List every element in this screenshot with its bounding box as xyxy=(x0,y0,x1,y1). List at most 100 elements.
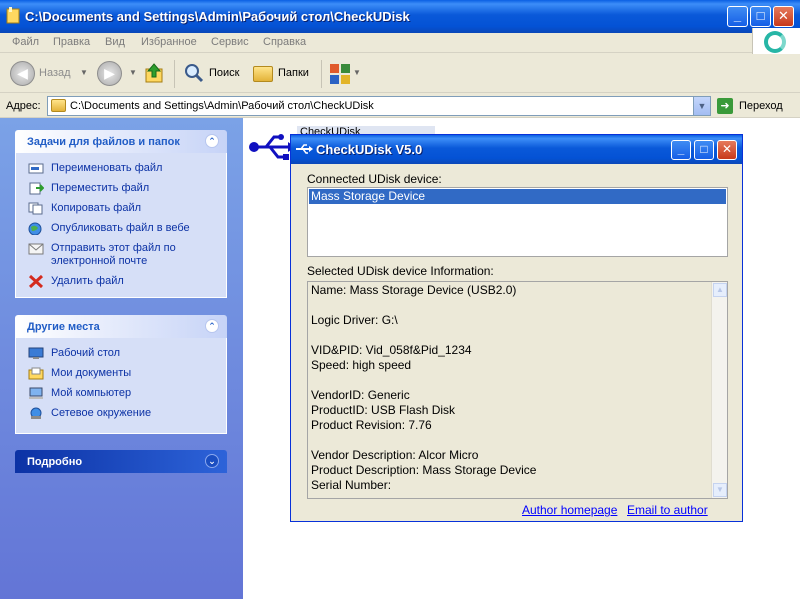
window-title: C:\Documents and Settings\Admin\Рабочий … xyxy=(25,9,410,24)
menu-edit[interactable]: Правка xyxy=(53,36,90,48)
move-icon xyxy=(29,182,44,195)
expand-chevron-icon[interactable]: ⌄ xyxy=(205,454,219,468)
desktop-icon xyxy=(28,347,44,359)
back-arrow-icon[interactable]: ◀ xyxy=(10,61,35,86)
search-icon[interactable] xyxy=(183,62,205,84)
dialog-title-bar[interactable]: CheckUDisk V5.0 _ □ ✕ xyxy=(291,135,742,164)
task-email[interactable]: Отправить этот файл по электронной почте xyxy=(16,242,226,268)
menu-favorites[interactable]: Избранное xyxy=(141,36,197,48)
go-arrow-icon[interactable]: ➜ xyxy=(717,98,733,114)
info-line: Logic Driver: G:\ xyxy=(311,313,398,327)
place-desktop[interactable]: Рабочий стол xyxy=(16,347,226,360)
menu-file[interactable]: Файл xyxy=(12,36,39,48)
place-network[interactable]: Сетевое окружение xyxy=(16,407,226,420)
go-button-label[interactable]: Переход xyxy=(739,100,783,112)
computer-icon xyxy=(29,387,43,399)
collapse-chevron-icon[interactable]: ⌃ xyxy=(205,134,219,148)
other-places-header[interactable]: Другие места ⌃ xyxy=(15,315,227,338)
usb-symbol-icon[interactable] xyxy=(248,133,296,161)
device-info-lines: Name: Mass Storage Device (USB2.0) Logic… xyxy=(311,283,709,493)
forward-arrow-icon[interactable]: ▶ xyxy=(97,61,122,86)
author-homepage-link[interactable]: Author homepage xyxy=(522,503,617,517)
close-button[interactable]: ✕ xyxy=(773,6,794,27)
details-title: Подробно xyxy=(27,456,83,468)
file-tasks-title: Задачи для файлов и папок xyxy=(27,136,180,148)
address-input[interactable]: C:\Documents and Settings\Admin\Рабочий … xyxy=(47,96,711,116)
address-dropdown-icon[interactable]: ▼ xyxy=(693,97,710,115)
info-scrollbar[interactable]: ▲ ▼ xyxy=(711,282,727,498)
menu-tools[interactable]: Сервис xyxy=(211,36,249,48)
rename-icon xyxy=(28,163,44,174)
maximize-button[interactable]: □ xyxy=(750,6,771,27)
info-line: Vendor Description: Alcor Micro xyxy=(311,448,479,462)
folders-button-label[interactable]: Папки xyxy=(278,67,309,79)
task-delete[interactable]: Удалить файл xyxy=(16,275,226,288)
task-move[interactable]: Переместить файл xyxy=(16,182,226,195)
address-bar: Адрес: C:\Documents and Settings\Admin\Р… xyxy=(0,94,800,118)
folder-icon xyxy=(6,7,20,24)
windows-flag-icon xyxy=(764,31,786,53)
details-panel: Подробно ⌄ xyxy=(15,450,227,473)
forward-dropdown-icon[interactable]: ▼ xyxy=(129,68,137,77)
other-places-title: Другие места xyxy=(27,321,100,333)
other-places-panel: Другие места ⌃ Рабочий стол Мои документ… xyxy=(15,315,227,434)
explorer-title-bar[interactable]: C:\Documents and Settings\Admin\Рабочий … xyxy=(0,0,800,33)
toolbar-separator xyxy=(174,60,175,88)
windows-logo xyxy=(752,28,800,56)
device-list-item[interactable]: Mass Storage Device xyxy=(309,189,726,204)
file-tasks-panel: Задачи для файлов и папок ⌃ Переименоват… xyxy=(15,130,227,298)
info-line: Product Description: Mass Storage Device xyxy=(311,463,537,477)
task-rename[interactable]: Переименовать файл xyxy=(16,162,226,175)
up-folder-icon[interactable] xyxy=(144,62,166,84)
scroll-down-arrow-icon[interactable]: ▼ xyxy=(713,483,727,497)
connected-devices-label: Connected UDisk device: xyxy=(307,172,442,186)
documents-folder-icon xyxy=(28,367,44,380)
back-button-label[interactable]: Назад xyxy=(39,67,71,79)
delete-x-icon xyxy=(28,275,44,288)
device-listbox[interactable]: Mass Storage Device xyxy=(307,187,728,257)
globe-icon xyxy=(28,222,42,235)
menu-view[interactable]: Вид xyxy=(105,36,125,48)
device-info-textbox[interactable]: Name: Mass Storage Device (USB2.0) Logic… xyxy=(307,281,728,499)
views-dropdown-icon[interactable]: ▼ xyxy=(353,68,361,77)
views-icon[interactable] xyxy=(329,63,351,85)
info-line: VID&PID: Vid_058f&Pid_1234 xyxy=(311,343,472,357)
folder-icon xyxy=(51,99,66,112)
info-line xyxy=(311,433,709,448)
folders-icon[interactable] xyxy=(253,66,273,82)
menu-bar: Файл Правка Вид Избранное Сервис Справка xyxy=(0,33,800,53)
info-line: ProductID: USB Flash Disk xyxy=(311,403,456,417)
details-header[interactable]: Подробно ⌄ xyxy=(15,450,227,473)
file-tasks-body: Переименовать файл Переместить файл Копи… xyxy=(15,153,227,298)
dialog-minimize-button[interactable]: _ xyxy=(671,140,691,160)
dialog-title: CheckUDisk V5.0 xyxy=(316,142,423,157)
file-tasks-header[interactable]: Задачи для файлов и папок ⌃ xyxy=(15,130,227,153)
place-my-documents[interactable]: Мои документы xyxy=(16,367,226,380)
device-info-label: Selected UDisk device Information: xyxy=(307,264,494,278)
usb-icon xyxy=(296,144,313,154)
search-button-label[interactable]: Поиск xyxy=(209,67,239,79)
scroll-up-arrow-icon[interactable]: ▲ xyxy=(713,283,727,297)
menu-help[interactable]: Справка xyxy=(263,36,306,48)
info-line: Speed: high speed xyxy=(311,358,412,372)
address-value: C:\Documents and Settings\Admin\Рабочий … xyxy=(70,100,374,112)
envelope-icon xyxy=(28,243,44,255)
network-icon xyxy=(30,407,42,419)
dialog-maximize-button[interactable]: □ xyxy=(694,140,714,160)
back-dropdown-icon[interactable]: ▼ xyxy=(80,68,88,77)
info-line: Product Revision: 7.76 xyxy=(311,418,432,432)
info-line: Serial Number: xyxy=(311,478,392,492)
place-my-computer[interactable]: Мой компьютер xyxy=(16,387,226,400)
task-copy[interactable]: Копировать файл xyxy=(16,202,226,215)
info-line xyxy=(311,373,709,388)
standard-toolbar: ◀ Назад ▼ ▶ ▼ Поиск Папки ▼ xyxy=(0,54,800,93)
info-line xyxy=(311,328,709,343)
collapse-chevron-icon[interactable]: ⌃ xyxy=(205,319,219,333)
email-author-link[interactable]: Email to author xyxy=(627,503,708,517)
minimize-button[interactable]: _ xyxy=(727,6,748,27)
info-line: Name: Mass Storage Device (USB2.0) xyxy=(311,283,517,297)
other-places-body: Рабочий стол Мои документы Мой компьютер… xyxy=(15,338,227,434)
dialog-close-button[interactable]: ✕ xyxy=(717,140,737,160)
toolbar-separator xyxy=(321,60,322,88)
task-publish[interactable]: Опубликовать файл в вебе xyxy=(16,222,226,235)
